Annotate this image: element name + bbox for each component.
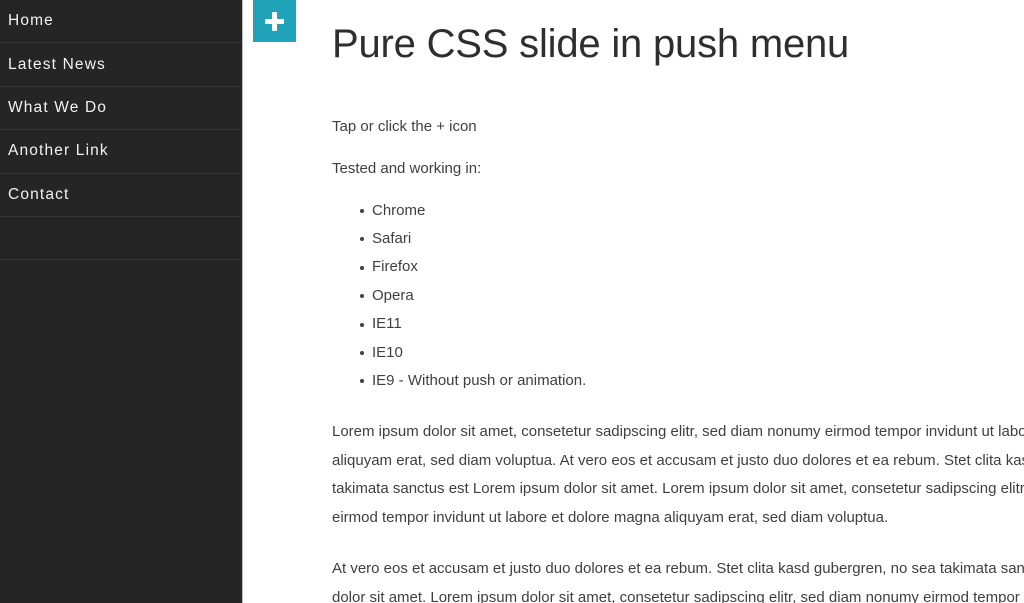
- list-item: IE9 - Without push or animation.: [360, 367, 1024, 395]
- sidebar-item-label[interactable]: What We Do: [0, 99, 242, 117]
- sidebar-item-label[interactable]: Home: [0, 12, 242, 30]
- list-item: Opera: [360, 282, 1024, 310]
- plus-icon: [265, 11, 284, 31]
- menu-toggle-button[interactable]: [253, 0, 296, 42]
- main-content: Pure CSS slide in push menu Tap or click…: [332, 0, 1024, 603]
- list-item: Chrome: [360, 197, 1024, 225]
- sidebar-item-home[interactable]: Home: [0, 0, 242, 44]
- sidebar-item-contact[interactable]: Contact: [0, 174, 242, 217]
- list-item: Firefox: [360, 253, 1024, 281]
- tested-heading: Tested and working in:: [332, 160, 482, 178]
- sidebar-item-label[interactable]: Another Link: [0, 142, 242, 160]
- body-paragraph: Lorem ipsum dolor sit amet, consetetur s…: [332, 423, 1024, 526]
- sidebar-item-another-link[interactable]: Another Link: [0, 130, 242, 174]
- list-item: Safari: [360, 225, 1024, 253]
- list-item: IE11: [360, 310, 1024, 338]
- list-item: IE10: [360, 339, 1024, 367]
- sidebar-item-label[interactable]: Contact: [0, 186, 242, 204]
- page-title: Pure CSS slide in push menu: [332, 22, 850, 66]
- sidebar-item-label[interactable]: Latest News: [0, 56, 242, 74]
- sidebar-item-latest-news[interactable]: Latest News: [0, 43, 242, 87]
- sidebar-empty-row: [0, 217, 242, 261]
- browser-support-list: Chrome Safari Firefox Opera IE11 IE10 IE…: [332, 197, 1024, 396]
- slide-in-sidebar: Home Latest News What We Do Another Link…: [0, 0, 243, 603]
- sidebar-menu-list: Home Latest News What We Do Another Link…: [0, 0, 242, 261]
- sidebar-item-what-we-do[interactable]: What We Do: [0, 87, 242, 131]
- intro-text: Tap or click the + icon: [332, 118, 477, 135]
- body-paragraph: At vero eos et accusam et justo duo dolo…: [332, 560, 1024, 603]
- push-menu-demo-page: Home Latest News What We Do Another Link…: [0, 0, 1024, 603]
